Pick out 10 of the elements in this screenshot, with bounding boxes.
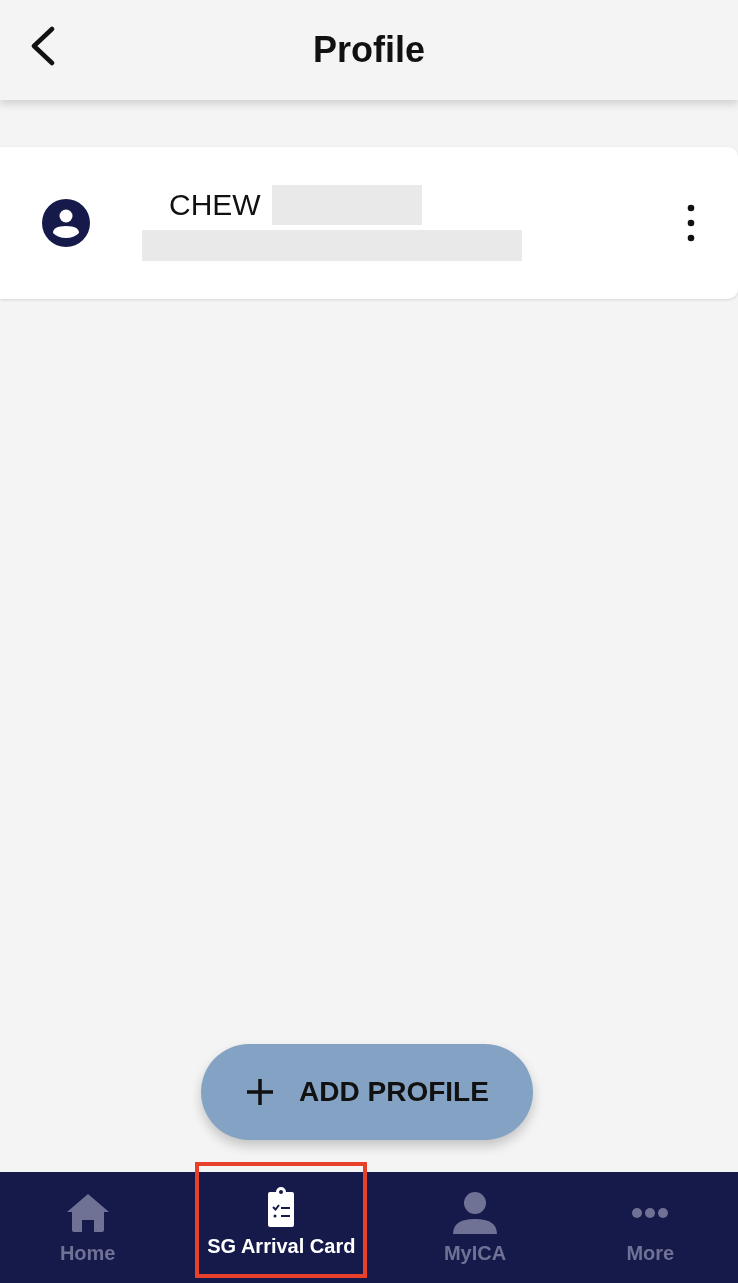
profile-name: CHEW (169, 188, 261, 222)
add-profile-button[interactable]: ADD PROFILE (201, 1044, 533, 1140)
plus-icon (245, 1077, 276, 1107)
page-title: Profile (313, 29, 425, 71)
profile-card[interactable]: CHEW (0, 147, 738, 299)
nav-tab[interactable]: SG Arrival Card (195, 1162, 368, 1278)
person-icon (452, 1190, 498, 1236)
more-options-button[interactable] (686, 203, 696, 243)
avatar-icon (42, 199, 90, 247)
more-icon (632, 1208, 669, 1218)
